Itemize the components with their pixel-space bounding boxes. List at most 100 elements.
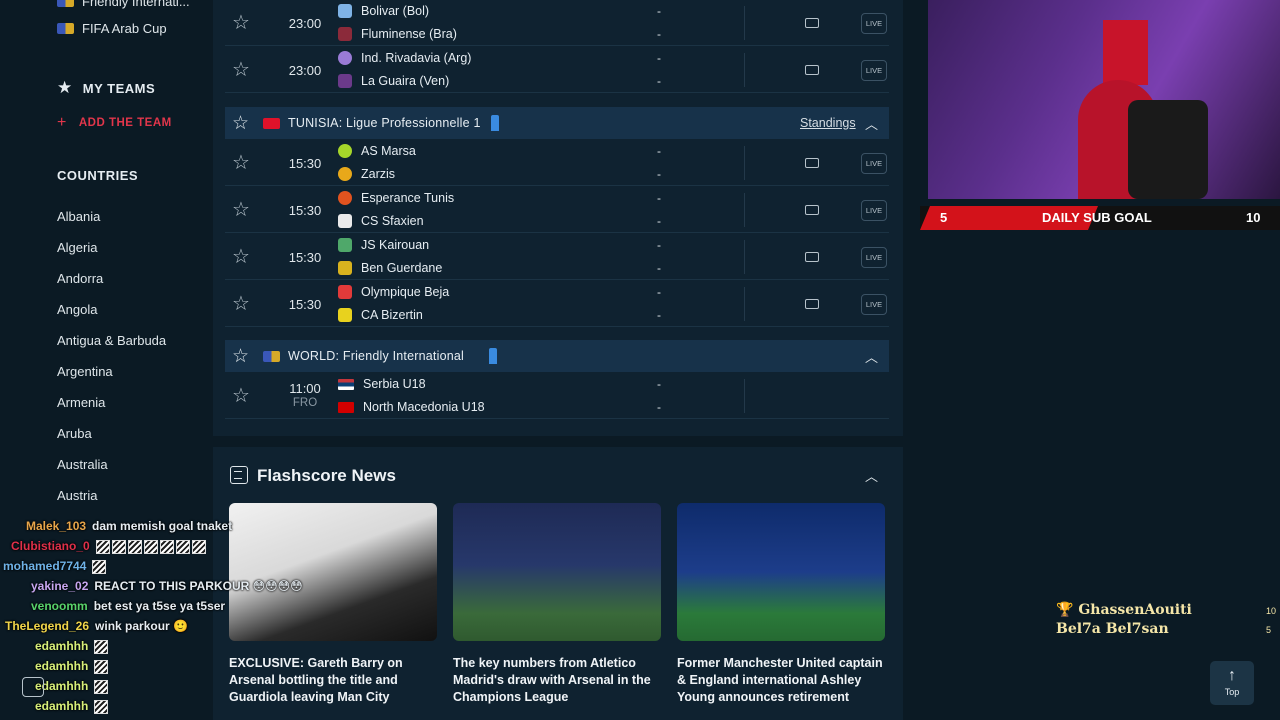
gaming-chair [1128,100,1208,199]
emote-icon [94,679,110,694]
tv-icon[interactable] [805,65,819,75]
country-antigua-barbuda[interactable]: Antigua & Barbuda [57,333,166,348]
league-header-world[interactable]: ☆ WORLD: Friendly International ︿ [225,340,889,372]
chevron-up-icon[interactable]: ︿ [865,466,878,485]
country-angola[interactable]: Angola [57,302,97,317]
match-time: 23:00 [288,16,322,31]
my-teams-label: MY TEAMS [82,80,156,96]
star-outline-icon[interactable]: ☆ [232,112,249,135]
screen: Friendly Internati... FIFA Arab Cup ★ MY… [0,0,1280,720]
leader-name-text: GhassenAouiti [1078,602,1192,618]
live-button[interactable]: LIVE [861,153,887,174]
team-crest-icon [338,4,352,18]
team-crest-icon [338,238,352,252]
team-crest-icon [338,285,352,299]
match-row[interactable]: ☆ 23:00 Bolivar (Bol) Fluminense (Bra) -… [225,0,889,46]
sub-goal-bar: 5 DAILY SUB GOAL 10 [920,206,1280,230]
pin-icon[interactable] [491,115,499,131]
match-status: FRO [292,397,318,409]
country-andorra[interactable]: Andorra [57,271,103,286]
sidebar-league-friendly[interactable]: Friendly Internati... [57,0,190,9]
sidebar-league-arab-cup[interactable]: FIFA Arab Cup [57,21,167,36]
match-row[interactable]: ☆ 15:30 JS Kairouan Ben Guerdane - - LIV… [225,234,889,280]
match-time: 15:30 [288,250,322,265]
news-card[interactable]: EXCLUSIVE: Gareth Barry on Arsenal bottl… [229,503,437,706]
add-team-button[interactable]: + ADD THE TEAM [57,114,172,132]
tv-icon[interactable] [805,252,819,262]
chat-message: yakine_02 REACT TO THIS PARKOUR 😳😳😳😳 [31,579,303,593]
live-button[interactable]: LIVE [861,60,887,81]
news-card[interactable]: Former Manchester United captain & Engla… [677,503,885,706]
match-row[interactable]: ☆ 11:00 FRO Serbia U18 North Macedonia U… [225,373,889,419]
away-team-name: CA Bizertin [361,308,423,322]
world-flag-icon [57,23,74,34]
home-team-name: Olympique Beja [361,285,450,299]
star-outline-icon[interactable]: ☆ [232,294,252,314]
chat-user: edamhhh [35,699,89,713]
away-score: - [657,27,661,41]
live-button[interactable]: LIVE [861,247,887,268]
country-albania[interactable]: Albania [57,209,100,224]
live-button[interactable]: LIVE [861,200,887,221]
league-header-tunisia[interactable]: ☆ TUNISIA: Ligue Professionnelle 1 Stand… [225,107,889,139]
emote-icon [95,539,208,554]
home-team-name: AS Marsa [361,144,416,158]
emote-icon [94,639,110,654]
shield-icon[interactable] [22,677,44,697]
chevron-up-icon[interactable]: ︿ [865,114,878,133]
away-team-name: Fluminense (Bra) [361,27,457,41]
match-row[interactable]: ☆ 15:30 AS Marsa Zarzis - - LIVE [225,140,889,186]
chat-message: TheLegend_26 wink parkour 🙂 [5,619,188,633]
star-outline-icon[interactable]: ☆ [232,247,252,267]
country-australia[interactable]: Australia [57,457,108,472]
news-headline: The key numbers from Atletico Madrid's d… [453,656,651,704]
tv-icon[interactable] [805,18,819,28]
home-score: - [657,4,661,18]
news-section: Flashscore News ︿ EXCLUSIVE: Gareth Barr… [213,447,903,720]
news-headline: Former Manchester United captain & Engla… [677,656,883,704]
country-austria[interactable]: Austria [57,488,97,503]
scroll-top-button[interactable]: ↑ Top [1210,661,1254,705]
match-time: 11:00 [289,381,321,396]
tv-icon[interactable] [805,205,819,215]
away-score: - [657,261,661,275]
star-outline-icon[interactable]: ☆ [232,345,249,368]
star-outline-icon[interactable]: ☆ [232,13,252,33]
country-armenia[interactable]: Armenia [57,395,105,410]
pin-icon[interactable] [489,348,497,364]
live-button[interactable]: LIVE [861,294,887,315]
standings-link[interactable]: Standings [800,116,856,130]
away-score: - [657,74,661,88]
newspaper-icon [230,466,248,484]
country-argentina[interactable]: Argentina [57,364,113,379]
country-algeria[interactable]: Algeria [57,240,97,255]
match-row[interactable]: ☆ 15:30 Esperance Tunis CS Sfaxien - - L… [225,187,889,233]
star-outline-icon[interactable]: ☆ [232,60,252,80]
trophy-icon: 🏆 [1056,602,1074,618]
away-team: Zarzis [338,167,395,181]
chat-user: Clubistiano_0 [11,539,90,553]
match-row[interactable]: ☆ 23:00 Ind. Rivadavia (Arg) La Guaira (… [225,47,889,93]
home-score: - [657,191,661,205]
chevron-up-icon[interactable]: ︿ [865,347,878,366]
home-score: - [657,285,661,299]
star-outline-icon[interactable]: ☆ [232,386,252,406]
news-card[interactable]: The key numbers from Atletico Madrid's d… [453,503,661,706]
match-row[interactable]: ☆ 15:30 Olympique Beja CA Bizertin - - L… [225,281,889,327]
divider [744,240,745,274]
chat-message: mohamed7744 [3,559,108,574]
chat-text: dam memish goal tnaket [92,519,233,533]
divider [744,287,745,321]
tv-icon[interactable] [805,299,819,309]
home-team-name: Bolivar (Bol) [361,4,430,18]
live-button[interactable]: LIVE [861,13,887,34]
star-outline-icon[interactable]: ☆ [232,200,252,220]
top-label: Top [1224,687,1240,697]
chat-message: edamhhh [35,679,110,694]
tv-icon[interactable] [805,158,819,168]
country-aruba[interactable]: Aruba [57,426,92,441]
matches-panel: ☆ 23:00 Bolivar (Bol) Fluminense (Bra) -… [213,0,903,436]
news-image [677,503,885,641]
star-outline-icon[interactable]: ☆ [232,153,252,173]
away-team: Ben Guerdane [338,261,442,275]
